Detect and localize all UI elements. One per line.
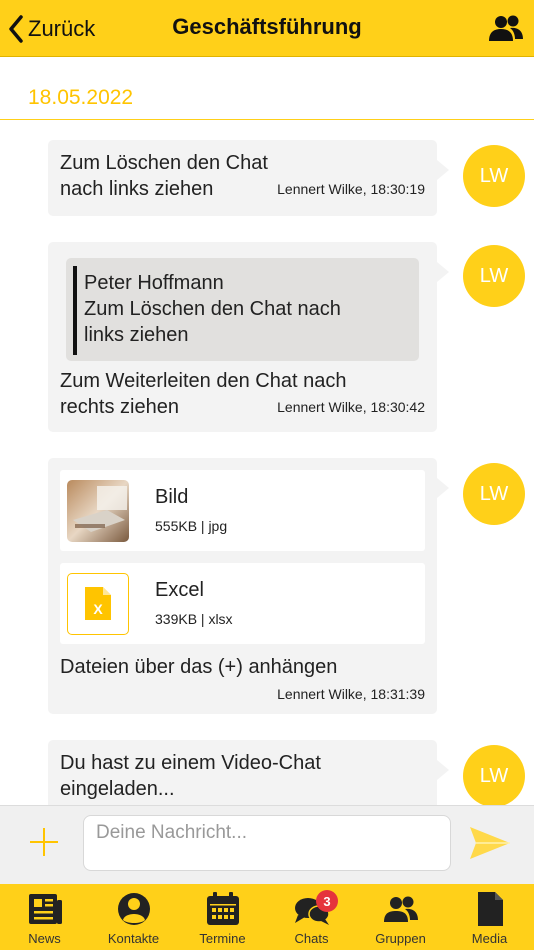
calendar-icon: [207, 892, 239, 925]
group-members-icon: [489, 15, 523, 41]
tab-label: Termine: [199, 931, 246, 946]
date-separator: 18.05.2022: [0, 58, 534, 120]
tab-label: Chats: [294, 931, 329, 946]
send-icon: [470, 827, 510, 859]
file-meta: 339KB | xlsx: [155, 611, 233, 627]
quote-text: Zum Löschen den Chat nach links ziehen: [84, 298, 341, 346]
avatar[interactable]: LW: [463, 245, 525, 307]
excel-file-icon: X: [67, 573, 129, 635]
message-bubble[interactable]: Du hast zu einem Video-Chat eingeladen..…: [48, 740, 449, 805]
file-name: Excel: [155, 579, 204, 601]
message-bubble[interactable]: Bild 555KB | jpg X Excel 339KB | xlsx Da…: [48, 458, 449, 714]
message-input[interactable]: [83, 815, 451, 871]
tab-gruppen[interactable]: Gruppen: [356, 884, 445, 950]
message-text: Du hast zu einem Video-Chat eingeladen..…: [60, 752, 321, 800]
chevron-left-icon: [9, 15, 23, 43]
date-label: 18.05.2022: [28, 86, 134, 109]
group-icon: [384, 896, 418, 922]
file-meta: 555KB | jpg: [155, 518, 228, 534]
tab-bar: News Kontakte Termine 3 Chats Gruppen Me…: [0, 884, 534, 950]
send-button[interactable]: [468, 824, 512, 862]
tab-label: Media: [471, 931, 508, 946]
avatar[interactable]: LW: [463, 145, 525, 207]
attach-plus-button[interactable]: [28, 826, 60, 858]
message-composer: [0, 805, 534, 884]
quote-author: Peter Hoffmann: [84, 272, 224, 294]
unread-badge: 3: [316, 890, 338, 912]
message-text: Zum Löschen den Chat nach links ziehen: [60, 152, 268, 200]
file-attachment-excel[interactable]: X Excel 339KB | xlsx: [60, 563, 425, 644]
message-sender-time: Lennert Wilke, 18:30:19: [277, 181, 425, 197]
members-button[interactable]: [488, 14, 524, 44]
avatar[interactable]: LW: [463, 745, 525, 805]
contact-icon: [118, 893, 150, 925]
tab-media[interactable]: Media: [445, 884, 534, 950]
message-sender-time: Lennert Wilke, 18:30:42: [277, 399, 425, 415]
back-label: Zurück: [28, 16, 96, 41]
tab-label: News: [28, 931, 61, 946]
news-icon: [29, 894, 62, 924]
file-name: Bild: [155, 486, 189, 508]
file-attachment-image[interactable]: Bild 555KB | jpg: [60, 470, 425, 551]
tab-label: Kontakte: [107, 931, 160, 946]
tab-kontakte[interactable]: Kontakte: [89, 884, 178, 950]
image-thumbnail: [67, 480, 129, 542]
message-sender-time: Lennert Wilke, 18:31:39: [277, 686, 425, 702]
tab-termine[interactable]: Termine: [178, 884, 267, 950]
back-button[interactable]: Zurück: [8, 14, 95, 44]
chat-messages[interactable]: Zum Löschen den Chat nach links ziehen L…: [0, 121, 534, 805]
quoted-message[interactable]: Peter Hoffmann Zum Löschen den Chat nach…: [66, 258, 419, 361]
quote-bar: [73, 266, 77, 355]
document-icon: [478, 892, 503, 926]
message-text: Dateien über das (+) anhängen: [60, 656, 338, 678]
message-bubble[interactable]: Zum Löschen den Chat nach links ziehen L…: [48, 140, 449, 216]
header-bar: Zurück Geschäftsführung: [0, 0, 534, 57]
message-bubble[interactable]: Peter Hoffmann Zum Löschen den Chat nach…: [48, 242, 449, 432]
tab-label: Gruppen: [375, 931, 426, 946]
tab-news[interactable]: News: [0, 884, 89, 950]
tab-chats[interactable]: 3 Chats: [267, 884, 356, 950]
svg-text:X: X: [93, 601, 103, 617]
avatar[interactable]: LW: [463, 463, 525, 525]
